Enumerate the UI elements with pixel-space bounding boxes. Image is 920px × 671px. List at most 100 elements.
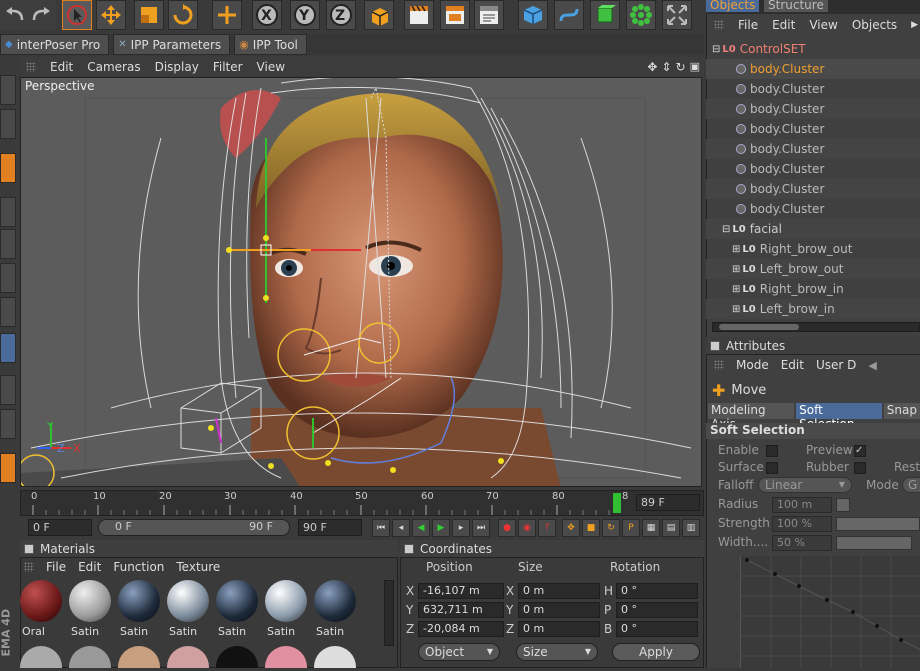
- play-icon[interactable]: ▶: [432, 519, 450, 537]
- render-picture-icon[interactable]: [440, 0, 470, 30]
- mode-dropdown[interactable]: G: [902, 477, 920, 493]
- timeline-ruler[interactable]: 0 10 20 30 40 50 60 70 80 8: [20, 490, 704, 516]
- snap-icon[interactable]: [0, 375, 16, 405]
- scale-icon[interactable]: [134, 0, 164, 30]
- tree-item-facial[interactable]: ⊟ L0 facial: [706, 219, 920, 239]
- objects-menu-view[interactable]: View: [809, 18, 837, 32]
- tree-item-left-brow-in[interactable]: ⊞ L0 Left_brow_in: [706, 299, 920, 319]
- play-backward-icon[interactable]: ◀: [412, 519, 430, 537]
- position-x-field[interactable]: -16,107 m: [418, 583, 504, 599]
- object-mode-icon[interactable]: [0, 297, 16, 327]
- material-preview[interactable]: [167, 646, 209, 668]
- key-position-icon[interactable]: ✥: [562, 519, 580, 537]
- crosshair-icon[interactable]: [212, 0, 242, 30]
- tab-ipp-parameters[interactable]: ✕ IPP Parameters: [113, 34, 231, 55]
- render-view-icon[interactable]: [404, 0, 434, 30]
- viewport-zoom-icon[interactable]: ⇕: [661, 60, 671, 74]
- go-to-end-icon[interactable]: ⏭: [472, 519, 490, 537]
- material-preview[interactable]: [314, 646, 356, 668]
- y-axis-icon[interactable]: Y: [290, 0, 320, 30]
- animation-mode-icon[interactable]: [0, 333, 16, 363]
- rubber-checkbox[interactable]: [854, 462, 866, 474]
- material-preview[interactable]: [20, 646, 62, 668]
- timeline-menu-icon[interactable]: ▥: [682, 519, 700, 537]
- current-frame-field[interactable]: 89 F: [636, 494, 700, 511]
- viewport-rotate-icon[interactable]: ↻: [676, 60, 686, 74]
- array-icon[interactable]: [626, 0, 656, 30]
- material-preview[interactable]: [118, 646, 160, 668]
- coordinate-system-icon[interactable]: [364, 0, 394, 30]
- strength-slider[interactable]: [836, 517, 920, 531]
- key-scale-icon[interactable]: ■: [582, 519, 600, 537]
- materials-menu-file[interactable]: File: [46, 560, 66, 574]
- tab-snap[interactable]: Snap: [883, 403, 920, 419]
- go-to-start-icon[interactable]: ⏮: [372, 519, 390, 537]
- falloff-dropdown[interactable]: Linear ▼: [758, 477, 852, 493]
- deformer-icon[interactable]: [662, 0, 692, 30]
- materials-menu-edit[interactable]: Edit: [78, 560, 101, 574]
- tab-ipp-tool[interactable]: ◉ IPP Tool: [234, 34, 307, 55]
- tree-item-left-brow-out[interactable]: ⊞ L0 Left_brow_out: [706, 259, 920, 279]
- menu-filter[interactable]: Filter: [213, 60, 243, 74]
- objects-menu-objects[interactable]: Objects: [852, 18, 897, 32]
- objects-menu-file[interactable]: File: [738, 18, 758, 32]
- material-preview[interactable]: [216, 646, 258, 668]
- material-preview[interactable]: [69, 646, 111, 668]
- object-mode-dropdown[interactable]: Object ▼: [418, 643, 500, 661]
- model-mode-icon[interactable]: [0, 263, 16, 293]
- objects-scrollbar[interactable]: [712, 322, 920, 332]
- materials-scrollbar[interactable]: [384, 580, 394, 646]
- material-swatch[interactable]: Satin: [69, 580, 115, 640]
- surface-checkbox[interactable]: [766, 462, 778, 474]
- timeline-settings-icon[interactable]: ▤: [662, 519, 680, 537]
- tab-modeling-axis[interactable]: Modeling Axis: [708, 403, 795, 431]
- size-y-field[interactable]: 0 m: [518, 602, 600, 618]
- locked-workplane-icon[interactable]: [0, 453, 16, 483]
- preview-checkbox[interactable]: ✓: [854, 445, 866, 457]
- render-settings-icon[interactable]: [474, 0, 504, 30]
- tree-item-cluster[interactable]: body.Cluster: [706, 139, 920, 159]
- keyframe-selection-icon[interactable]: ?: [538, 519, 556, 537]
- prev-key-icon[interactable]: ◂: [392, 519, 410, 537]
- x-axis-icon[interactable]: X: [252, 0, 282, 30]
- attributes-menu-edit[interactable]: Edit: [781, 358, 804, 372]
- attributes-menu-mode[interactable]: Mode: [736, 358, 769, 372]
- back-arrow-icon[interactable]: ◀: [868, 359, 876, 372]
- tree-item-cluster[interactable]: body.Cluster: [706, 79, 920, 99]
- materials-menu-texture[interactable]: Texture: [176, 560, 220, 574]
- start-frame-field[interactable]: 0 F: [28, 519, 92, 536]
- tree-item-cluster[interactable]: body.Cluster: [706, 179, 920, 199]
- menu-edit[interactable]: Edit: [50, 60, 73, 74]
- points-mode-icon[interactable]: [0, 75, 16, 105]
- material-swatch[interactable]: Satin: [167, 580, 213, 640]
- objects-menu-edit[interactable]: Edit: [772, 18, 795, 32]
- tree-item-controlset[interactable]: ⊟ L0 ControlSET: [706, 39, 920, 59]
- menu-display[interactable]: Display: [155, 60, 199, 74]
- tree-item-cluster[interactable]: body.Cluster: [706, 199, 920, 219]
- apply-button[interactable]: Apply: [612, 643, 700, 661]
- tab-interposer-pro[interactable]: ◆ interPoser Pro: [0, 34, 110, 55]
- material-swatch[interactable]: Satin: [314, 580, 360, 640]
- material-preview[interactable]: [265, 646, 307, 668]
- width-slider[interactable]: [836, 536, 912, 550]
- move-icon[interactable]: [96, 0, 126, 30]
- attributes-menu-userdata[interactable]: User D: [816, 358, 856, 372]
- material-swatch[interactable]: Satin: [216, 580, 262, 640]
- menu-cameras[interactable]: Cameras: [87, 60, 140, 74]
- playhead[interactable]: [613, 493, 621, 513]
- texture-mode-icon[interactable]: [0, 229, 16, 259]
- tree-item-right-brow-in[interactable]: ⊞ L0 Right_brow_in: [706, 279, 920, 299]
- edges-mode-icon[interactable]: [0, 109, 16, 139]
- max-frame-field[interactable]: 90 F: [298, 519, 362, 536]
- key-rotation-icon[interactable]: ↻: [602, 519, 620, 537]
- position-y-field[interactable]: 632,711 m: [418, 602, 504, 618]
- menu-view[interactable]: View: [257, 60, 285, 74]
- radius-field[interactable]: 100 m: [772, 497, 832, 513]
- next-key-icon[interactable]: ▸: [452, 519, 470, 537]
- size-x-field[interactable]: 0 m: [518, 583, 600, 599]
- radius-slider[interactable]: [836, 498, 850, 512]
- perspective-viewport[interactable]: Perspective Y Z X: [20, 77, 702, 487]
- viewport-maximize-icon[interactable]: ▣: [690, 60, 700, 73]
- key-pla-icon[interactable]: ▦: [642, 519, 660, 537]
- tab-objects[interactable]: Objects: [706, 0, 760, 12]
